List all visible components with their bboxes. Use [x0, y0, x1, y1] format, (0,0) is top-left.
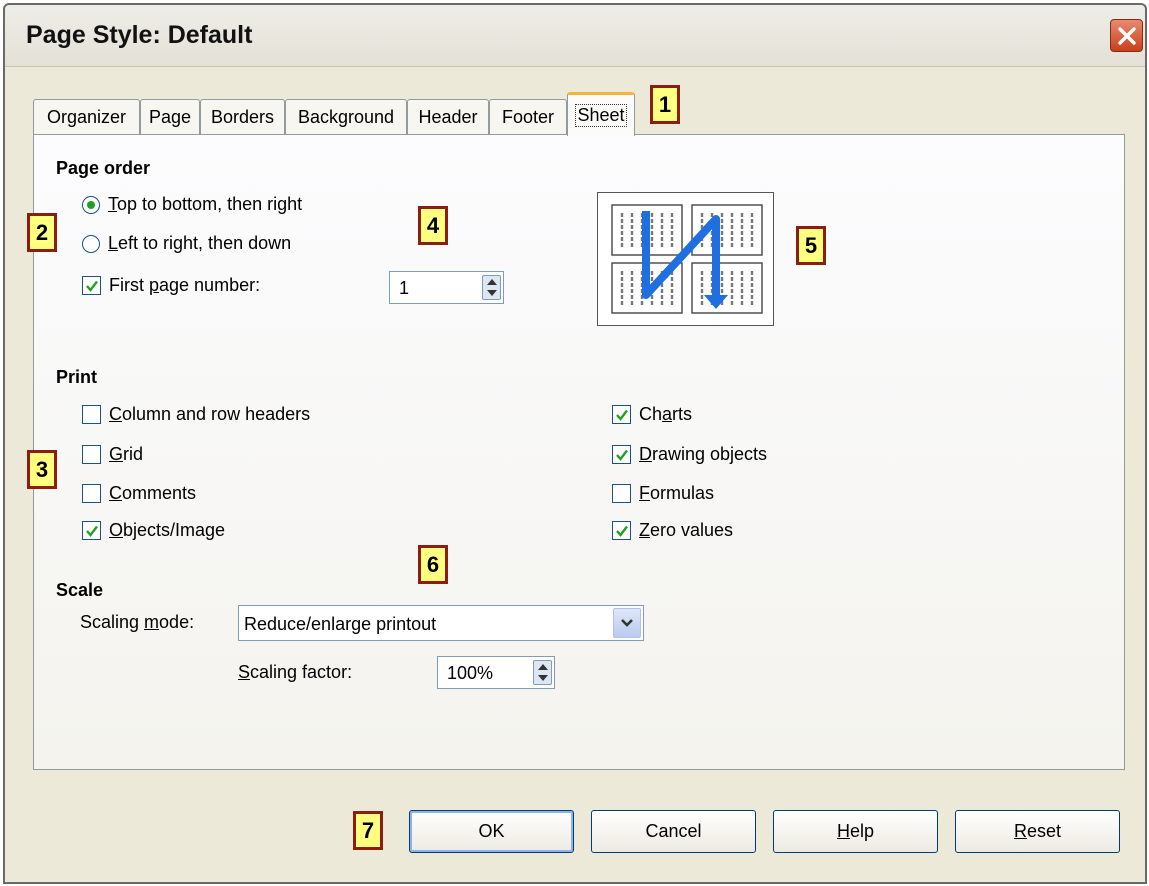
chevron-down-icon[interactable]	[613, 608, 641, 638]
callout-2: 2	[27, 213, 57, 252]
checkmark-icon	[615, 525, 628, 537]
checkmark-icon	[615, 449, 628, 461]
tab-header[interactable]: Header	[407, 99, 489, 135]
cancel-button[interactable]: Cancel	[591, 810, 756, 853]
comments-checkbox[interactable]: Comments	[82, 483, 196, 504]
checkmark-icon	[85, 280, 98, 292]
checkbox	[82, 276, 101, 295]
radio-button	[82, 195, 100, 214]
callout-7: 7	[353, 811, 383, 850]
tab-footer[interactable]: Footer	[489, 99, 567, 135]
callout-4: 4	[418, 206, 448, 245]
sheet-tab-panel: Page order Top to bottom, then right Lef…	[33, 134, 1125, 770]
tab-sheet[interactable]: Sheet	[567, 92, 635, 136]
page-order-preview-icon	[597, 192, 774, 326]
charts-checkbox[interactable]: Charts	[612, 404, 692, 425]
scale-heading: Scale	[56, 580, 104, 600]
page-style-dialog: Page Style: Default Organizer Page Borde…	[3, 3, 1147, 884]
checkmark-icon	[615, 409, 628, 421]
checkbox	[612, 405, 631, 424]
reset-button[interactable]: Reset	[955, 810, 1120, 853]
grid-label: Grid	[109, 444, 144, 464]
radio-left-to-right[interactable]: Left to right, then down	[82, 233, 291, 254]
formulas-label: Formulas	[639, 483, 715, 503]
zero-values-label: Zero values	[639, 520, 734, 540]
first-page-number-spinner[interactable]: 1	[389, 271, 504, 304]
tab-organizer[interactable]: Organizer	[33, 99, 140, 135]
checkbox	[82, 484, 101, 503]
charts-label: Charts	[639, 404, 693, 424]
callout-6: 6	[418, 545, 448, 584]
first-page-number-label: First page number:	[109, 275, 261, 295]
formulas-checkbox[interactable]: Formulas	[612, 483, 714, 504]
radio-selected-dot	[87, 200, 95, 209]
dialog-title: Page Style: Default	[26, 21, 253, 49]
radio-top-to-bottom[interactable]: Top to bottom, then right	[82, 194, 302, 215]
column-row-headers-label: Column and row headers	[109, 404, 311, 424]
tab-background[interactable]: Background	[285, 99, 407, 135]
radio-button	[82, 234, 100, 253]
column-row-headers-checkbox[interactable]: Column and row headers	[82, 404, 310, 425]
objects-image-checkbox[interactable]: Objects/Image	[82, 520, 225, 541]
tab-borders[interactable]: Borders	[200, 99, 285, 135]
ok-button[interactable]: OK	[409, 810, 574, 853]
comments-label: Comments	[109, 483, 197, 503]
spin-up-down-icon[interactable]	[533, 660, 552, 685]
scaling-factor-value: 100%	[447, 663, 494, 683]
checkbox	[82, 405, 101, 424]
tab-page[interactable]: Page	[140, 99, 200, 135]
objects-image-label: Objects/Image	[109, 520, 226, 540]
scaling-factor-spinner[interactable]: 100%	[437, 656, 555, 689]
scaling-mode-label: Scaling mode:	[80, 612, 195, 632]
checkbox	[612, 445, 631, 464]
radio-top-to-bottom-label: Top to bottom, then right	[108, 194, 303, 214]
title-bar: Page Style: Default	[5, 5, 1145, 67]
scaling-factor-label: Scaling factor:	[238, 662, 353, 682]
callout-5: 5	[796, 226, 826, 265]
scaling-mode-value: Reduce/enlarge printout	[244, 614, 437, 634]
first-page-number-checkbox[interactable]: First page number:	[82, 275, 260, 296]
help-button[interactable]: Help	[773, 810, 938, 853]
checkbox	[82, 445, 101, 464]
drawing-objects-checkbox[interactable]: Drawing objects	[612, 444, 767, 465]
grid-checkbox[interactable]: Grid	[82, 444, 143, 465]
checkbox	[612, 521, 631, 540]
page-order-heading: Page order	[56, 158, 151, 178]
checkbox	[82, 521, 101, 540]
zero-values-checkbox[interactable]: Zero values	[612, 520, 733, 541]
checkbox	[612, 484, 631, 503]
radio-left-to-right-label: Left to right, then down	[108, 233, 292, 253]
checkmark-icon	[85, 525, 98, 537]
close-button[interactable]	[1110, 19, 1143, 52]
spin-up-down-icon[interactable]	[482, 275, 501, 300]
callout-3: 3	[27, 450, 57, 489]
first-page-number-value: 1	[399, 278, 410, 298]
drawing-objects-label: Drawing objects	[639, 444, 768, 464]
print-heading: Print	[56, 367, 98, 387]
scaling-mode-select[interactable]: Reduce/enlarge printout	[238, 605, 644, 641]
close-x-icon	[1117, 26, 1136, 45]
callout-1: 1	[650, 85, 680, 124]
